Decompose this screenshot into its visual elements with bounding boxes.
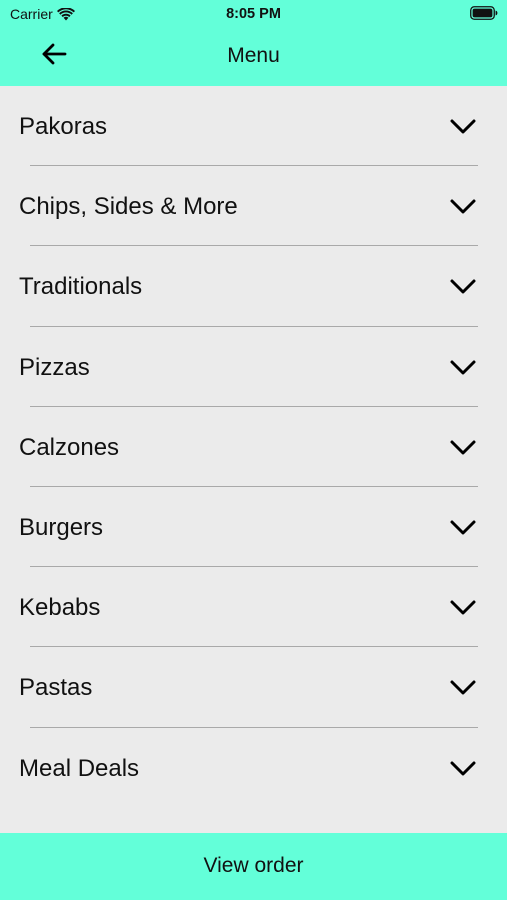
navigation-bar: Menu xyxy=(0,28,507,86)
menu-category-pakoras[interactable]: Pakoras xyxy=(0,86,507,167)
menu-category-meal-deals[interactable]: Meal Deals xyxy=(0,728,507,808)
menu-category-kebabs[interactable]: Kebabs xyxy=(0,567,507,648)
menu-category-chips-sides-more[interactable]: Chips, Sides & More xyxy=(0,166,507,247)
menu-category-label: Pakoras xyxy=(19,113,108,140)
menu-category-label: Meal Deals xyxy=(19,754,140,782)
chevron-down-icon[interactable] xyxy=(449,358,477,378)
menu-category-pizzas[interactable]: Pizzas xyxy=(0,327,507,407)
battery-icon xyxy=(470,6,498,20)
chevron-down-icon[interactable] xyxy=(449,518,477,538)
page-title: Menu xyxy=(227,44,280,67)
menu-category-label: Chips, Sides & More xyxy=(19,193,238,221)
chevron-down-icon[interactable] xyxy=(449,277,477,297)
view-order-button[interactable]: View order xyxy=(0,833,507,900)
menu-category-calzones[interactable]: Calzones xyxy=(0,407,507,487)
menu-category-traditionals[interactable]: Traditionals xyxy=(0,246,507,327)
menu-category-burgers[interactable]: Burgers xyxy=(0,487,507,568)
menu-category-list: Pakoras Chips, Sides & More Traditionals… xyxy=(0,86,507,808)
menu-category-label: Burgers xyxy=(19,513,104,541)
chevron-down-icon[interactable] xyxy=(449,438,477,458)
menu-category-label: Calzones xyxy=(19,433,120,461)
chevron-down-icon[interactable] xyxy=(449,117,477,137)
chevron-down-icon[interactable] xyxy=(449,598,477,618)
menu-category-pastas[interactable]: Pastas xyxy=(0,647,507,728)
status-bar: Carrier 8:05 PM xyxy=(0,0,507,28)
status-time: 8:05 PM xyxy=(226,6,281,22)
view-order-label: View order xyxy=(203,854,304,877)
menu-category-label: Traditionals xyxy=(19,273,143,301)
menu-category-label: Pizzas xyxy=(19,353,90,381)
chevron-down-icon[interactable] xyxy=(449,197,477,217)
chevron-down-icon[interactable] xyxy=(449,678,477,698)
chevron-down-icon[interactable] xyxy=(449,759,477,779)
menu-category-label: Kebabs xyxy=(19,594,101,622)
menu-category-label: Pastas xyxy=(19,674,93,702)
app-header: Carrier 8:05 PM Menu xyxy=(0,0,507,86)
